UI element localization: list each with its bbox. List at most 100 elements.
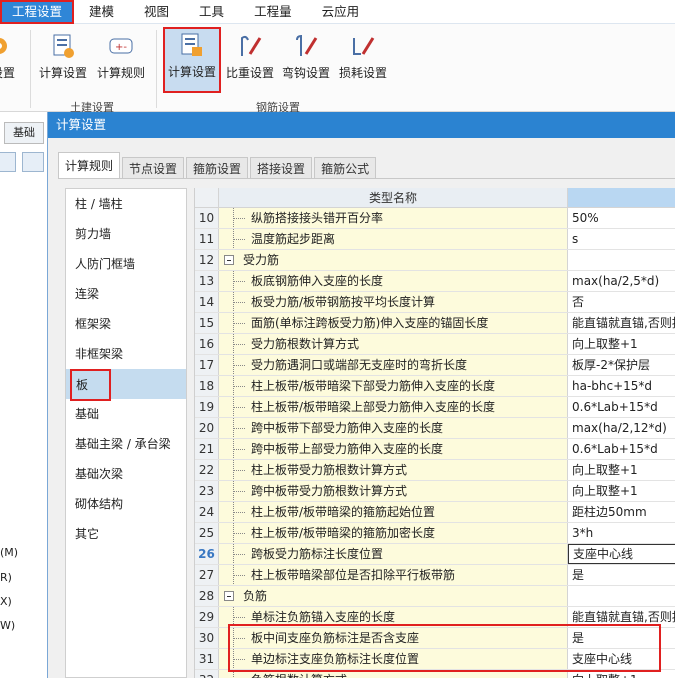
- column-header-value[interactable]: [568, 188, 675, 208]
- list-view-icon[interactable]: [0, 152, 16, 172]
- grid-row[interactable]: 25 柱上板带/板带暗梁的箍筋加密长度 3*h: [195, 523, 675, 544]
- tab-calc-rules[interactable]: 计算规则: [58, 152, 121, 179]
- row-value-cell[interactable]: 向上取整+1: [568, 460, 675, 480]
- category-slab[interactable]: 板: [66, 369, 186, 401]
- collapse-toggle-icon[interactable]: [224, 591, 234, 601]
- row-name-cell: 跨中板带上部受力筋伸入支座的长度: [219, 439, 568, 459]
- grid-row[interactable]: 31 单边标注支座负筋标注长度位置 支座中心线: [195, 649, 675, 670]
- menu-project-settings[interactable]: 工程设置: [0, 0, 75, 24]
- grid-view-icon[interactable]: [22, 152, 44, 172]
- grid-row[interactable]: 10 纵筋搭接接头错开百分率 50%: [195, 208, 675, 229]
- row-value-cell[interactable]: [568, 250, 675, 270]
- rebar-calc-settings-button[interactable]: 计算设置: [163, 27, 221, 93]
- menu-modeling[interactable]: 建模: [74, 0, 129, 24]
- row-number: 23: [195, 481, 219, 501]
- row-value-cell[interactable]: 是: [568, 628, 675, 648]
- density-settings-button[interactable]: 比重设置: [224, 30, 276, 90]
- row-value-cell[interactable]: [568, 586, 675, 606]
- row-value-cell[interactable]: 板厚-2*保护层: [568, 355, 675, 375]
- menu-quantities[interactable]: 工程量: [239, 0, 307, 24]
- row-value-cell[interactable]: 3*h: [568, 523, 675, 543]
- row-value-cell[interactable]: max(ha/2,12*d): [568, 418, 675, 438]
- menu-view[interactable]: 视图: [129, 0, 184, 24]
- calc-settings-icon: [49, 32, 77, 60]
- grid-row[interactable]: 11 温度筋起步距离 s: [195, 229, 675, 250]
- menu-tools[interactable]: 工具: [184, 0, 239, 24]
- grid-row[interactable]: 13 板底钢筋伸入支座的长度 max(ha/2,5*d): [195, 271, 675, 292]
- row-value-cell[interactable]: 50%: [568, 208, 675, 228]
- grid-row[interactable]: 23 跨中板带受力筋根数计算方式 向上取整+1: [195, 481, 675, 502]
- category-civil-defense-door[interactable]: 人防门框墙: [66, 249, 186, 279]
- row-value-cell[interactable]: s: [568, 229, 675, 249]
- tab-stirrup-formula[interactable]: 箍筋公式: [314, 157, 377, 179]
- civil-calc-rules-button[interactable]: +- 计算规则: [94, 30, 148, 90]
- row-value-cell[interactable]: 向上取整+1: [568, 334, 675, 354]
- grid-row[interactable]: 15 面筋(单标注跨板受力筋)伸入支座的锚固长度 能直锚就直锚,否则按公式计算: [195, 313, 675, 334]
- loss-settings-button[interactable]: 损耗设置: [336, 30, 390, 90]
- collapse-toggle-icon[interactable]: [224, 255, 234, 265]
- civil-calc-settings-button[interactable]: 计算设置: [36, 30, 90, 90]
- row-value-cell[interactable]: 是: [568, 565, 675, 585]
- grid-row[interactable]: 32 负筋根数计算方式 向上取整+1: [195, 670, 675, 678]
- grid-group-row[interactable]: 12 受力筋: [195, 250, 675, 271]
- grid-row[interactable]: 27 柱上板带暗梁部位是否扣除平行板带筋 是: [195, 565, 675, 586]
- tab-lap-settings[interactable]: 搭接设置: [250, 157, 313, 179]
- row-value-cell[interactable]: max(ha/2,5*d): [568, 271, 675, 291]
- row-value-cell[interactable]: 0.6*Lab+15*d: [568, 397, 675, 417]
- row-value-cell[interactable]: 能直锚就直锚,否则按公式计算: [568, 607, 675, 627]
- tab-node-settings[interactable]: 节点设置: [122, 157, 185, 179]
- row-value-cell[interactable]: 距柱边50mm: [568, 502, 675, 522]
- row-number: 12: [195, 250, 219, 270]
- background-tab-foundation[interactable]: 基础: [4, 122, 44, 144]
- category-other[interactable]: 其它: [66, 519, 186, 549]
- row-value-cell[interactable]: 支座中心线: [568, 649, 675, 669]
- density-icon: [236, 32, 264, 60]
- row-value-cell[interactable]: 否: [568, 292, 675, 312]
- grid-row[interactable]: 18 柱上板带/板带暗梁下部受力筋伸入支座的长度 ha-bhc+15*d: [195, 376, 675, 397]
- tree-branch: [233, 449, 245, 450]
- category-foundation[interactable]: 基础: [66, 399, 186, 429]
- grid-row[interactable]: 19 柱上板带/板带暗梁上部受力筋伸入支座的长度 0.6*Lab+15*d: [195, 397, 675, 418]
- grid-row[interactable]: 30 板中间支座负筋标注是否含支座 是: [195, 628, 675, 649]
- grid-row[interactable]: 21 跨中板带上部受力筋伸入支座的长度 0.6*Lab+15*d: [195, 439, 675, 460]
- row-value-cell[interactable]: ha-bhc+15*d: [568, 376, 675, 396]
- menu-cloud[interactable]: 云应用: [307, 0, 375, 24]
- row-name-cell: 柱上板带/板带暗梁上部受力筋伸入支座的长度: [219, 397, 568, 417]
- grid-row[interactable]: 26 跨板受力筋标注长度位置 支座中心线: [195, 544, 675, 565]
- grid-row[interactable]: 22 柱上板带受力筋根数计算方式 向上取整+1: [195, 460, 675, 481]
- row-name-label: 受力筋: [243, 253, 280, 267]
- row-name-cell: 负筋根数计算方式: [219, 670, 568, 678]
- category-shear-wall[interactable]: 剪力墙: [66, 219, 186, 249]
- ribbon-button-label: 计算设置: [38, 66, 87, 80]
- grid-row[interactable]: 20 跨中板带下部受力筋伸入支座的长度 max(ha/2,12*d): [195, 418, 675, 439]
- grid-row[interactable]: 14 板受力筋/板带钢筋按平均长度计算 否: [195, 292, 675, 313]
- grid-row[interactable]: 24 柱上板带/板带暗梁的箍筋起始位置 距柱边50mm: [195, 502, 675, 523]
- dialog-tabs: 计算规则 节点设置 箍筋设置 搭接设置 箍筋公式: [58, 152, 378, 179]
- grid-row[interactable]: 17 受力筋遇洞口或端部无支座时的弯折长度 板厚-2*保护层: [195, 355, 675, 376]
- category-coupling-beam[interactable]: 连梁: [66, 279, 186, 309]
- grid-group-row[interactable]: 28 负筋: [195, 586, 675, 607]
- category-frame-beam[interactable]: 框架梁: [66, 309, 186, 339]
- row-value-cell[interactable]: 0.6*Lab+15*d: [568, 439, 675, 459]
- row-number: 11: [195, 229, 219, 249]
- row-name-cell: 柱上板带/板带暗梁下部受力筋伸入支座的长度: [219, 376, 568, 396]
- tree-branch: [233, 365, 245, 366]
- grid-row[interactable]: 29 单标注负筋锚入支座的长度 能直锚就直锚,否则按公式计算: [195, 607, 675, 628]
- row-value-cell[interactable]: 向上取整+1: [568, 481, 675, 501]
- category-foundation-secondary-beam[interactable]: 基础次梁: [66, 459, 186, 489]
- row-value-cell[interactable]: 支座中心线: [568, 544, 675, 564]
- category-column[interactable]: 柱 / 墙柱: [66, 189, 186, 219]
- hook-settings-button[interactable]: 弯钩设置: [280, 30, 332, 90]
- row-value-cell[interactable]: 能直锚就直锚,否则按公式计算: [568, 313, 675, 333]
- ribbon-partial-settings-button[interactable]: 设置: [0, 30, 20, 90]
- row-value-cell[interactable]: 向上取整+1: [568, 670, 675, 678]
- category-masonry[interactable]: 砌体结构: [66, 489, 186, 519]
- dialog-title: 计算设置: [48, 112, 675, 138]
- tree-branch: [233, 638, 245, 639]
- column-header-type-name[interactable]: 类型名称: [219, 188, 568, 208]
- category-non-frame-beam[interactable]: 非框架梁: [66, 339, 186, 369]
- grid-row[interactable]: 16 受力筋根数计算方式 向上取整+1: [195, 334, 675, 355]
- row-number: 22: [195, 460, 219, 480]
- category-foundation-main-beam[interactable]: 基础主梁 / 承台梁: [66, 429, 186, 459]
- tab-stirrup-settings[interactable]: 箍筋设置: [186, 157, 249, 179]
